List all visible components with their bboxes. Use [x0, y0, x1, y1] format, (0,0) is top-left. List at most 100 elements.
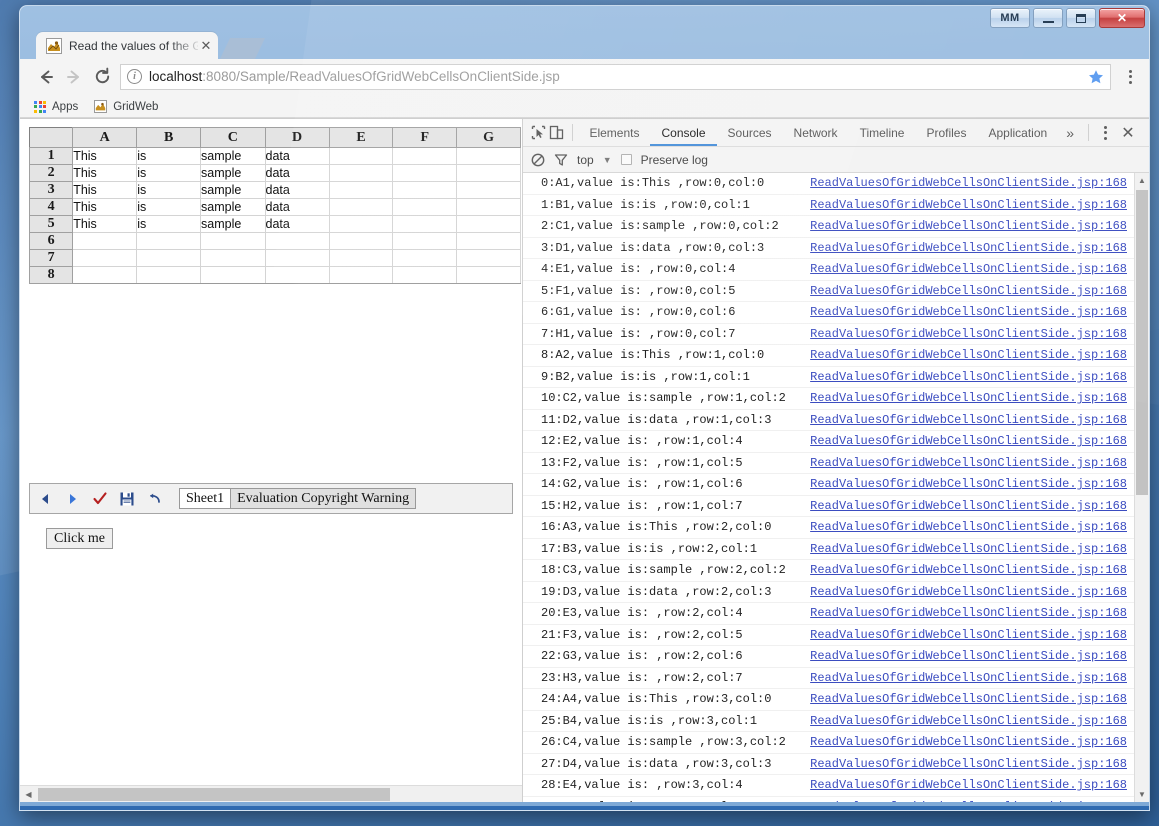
minimize-button[interactable] [1033, 8, 1063, 28]
row-header-7[interactable]: 7 [28, 249, 74, 267]
grid-cell[interactable] [392, 249, 458, 267]
prev-sheet-icon[interactable] [38, 490, 53, 508]
console-context-selector[interactable]: top [577, 153, 594, 167]
grid-cell[interactable]: sample [200, 181, 266, 199]
console-source-link[interactable]: ReadValuesOfGridWebCellsOnClientSide.jsp… [810, 606, 1149, 620]
grid-cell[interactable] [392, 215, 458, 233]
grid-cell[interactable] [392, 266, 458, 284]
row-header-2[interactable]: 2 [28, 164, 74, 182]
chrome-menu-icon[interactable] [1117, 63, 1143, 91]
console-source-link[interactable]: ReadValuesOfGridWebCellsOnClientSide.jsp… [810, 800, 1149, 802]
console-source-link[interactable]: ReadValuesOfGridWebCellsOnClientSide.jsp… [810, 778, 1149, 792]
console-source-link[interactable]: ReadValuesOfGridWebCellsOnClientSide.jsp… [810, 391, 1149, 405]
console-source-link[interactable]: ReadValuesOfGridWebCellsOnClientSide.jsp… [810, 692, 1149, 706]
bookmark-apps[interactable]: Apps [34, 100, 78, 113]
grid-cell[interactable] [392, 198, 458, 216]
page-horizontal-scrollbar[interactable]: ◀ [20, 785, 522, 802]
reload-button-icon[interactable] [88, 63, 116, 91]
devtools-tab-network[interactable]: Network [783, 119, 849, 146]
undo-icon[interactable] [146, 490, 161, 508]
console-source-link[interactable]: ReadValuesOfGridWebCellsOnClientSide.jsp… [810, 456, 1149, 470]
grid-cell[interactable]: data [265, 198, 330, 216]
grid-cell[interactable]: This [72, 147, 138, 165]
grid-cell[interactable]: This [72, 181, 138, 199]
grid-cell[interactable] [136, 266, 202, 284]
save-icon[interactable] [119, 490, 134, 508]
grid-cell[interactable] [265, 266, 330, 284]
grid-cell[interactable] [456, 249, 521, 267]
gridweb-spreadsheet[interactable]: A B C D E F G 1 This is sample data 2 This is sa… [28, 127, 521, 284]
next-sheet-icon[interactable] [65, 490, 80, 508]
console-source-link[interactable]: ReadValuesOfGridWebCellsOnClientSide.jsp… [810, 735, 1149, 749]
console-source-link[interactable]: ReadValuesOfGridWebCellsOnClientSide.jsp… [810, 198, 1149, 212]
grid-cell[interactable] [329, 181, 394, 199]
grid-cell[interactable] [200, 249, 266, 267]
grid-cell[interactable] [392, 147, 458, 165]
grid-cell[interactable]: is [136, 164, 202, 182]
grid-cell[interactable] [329, 215, 394, 233]
row-header-3[interactable]: 3 [28, 181, 74, 199]
clear-console-icon[interactable] [531, 153, 545, 167]
console-source-link[interactable]: ReadValuesOfGridWebCellsOnClientSide.jsp… [810, 370, 1149, 384]
grid-cell[interactable]: data [265, 181, 330, 199]
grid-cell[interactable]: is [136, 198, 202, 216]
grid-cell[interactable]: data [265, 215, 330, 233]
devtools-tab-profiles[interactable]: Profiles [915, 119, 977, 146]
submit-check-icon[interactable] [92, 490, 107, 508]
grid-cell[interactable]: This [72, 164, 138, 182]
grid-cell[interactable] [456, 198, 521, 216]
devtools-settings-kebab-icon[interactable] [1095, 125, 1115, 140]
grid-cell[interactable]: sample [200, 164, 266, 182]
column-header-e[interactable]: E [329, 127, 394, 148]
close-button[interactable]: ✕ [1099, 8, 1145, 28]
grid-cell[interactable]: is [136, 215, 202, 233]
column-header-b[interactable]: B [136, 127, 202, 148]
maximize-button[interactable] [1066, 8, 1096, 28]
column-header-d[interactable]: D [265, 127, 330, 148]
row-header-4[interactable]: 4 [28, 198, 74, 216]
bookmark-star-icon[interactable] [1081, 63, 1111, 90]
click-me-button[interactable]: Click me [46, 528, 113, 549]
devtools-tab-console[interactable]: Console [650, 119, 716, 146]
preserve-log-checkbox[interactable] [620, 154, 632, 165]
grid-cell[interactable] [329, 266, 394, 284]
grid-cell[interactable] [456, 215, 521, 233]
grid-cell[interactable]: is [136, 147, 202, 165]
grid-cell[interactable]: data [265, 147, 330, 165]
grid-cell[interactable] [329, 249, 394, 267]
sheet-tab-evaluation-warning[interactable]: Evaluation Copyright Warning [231, 488, 417, 509]
grid-cell[interactable] [456, 181, 521, 199]
bookmark-gridweb[interactable]: GridWeb [94, 100, 158, 113]
browser-tab[interactable]: Read the values of the G ✕ [36, 32, 218, 59]
devtools-tab-elements[interactable]: Elements [578, 119, 650, 146]
select-all-corner[interactable] [28, 127, 74, 148]
devtools-more-tabs-icon[interactable]: » [1058, 120, 1082, 146]
console-source-link[interactable]: ReadValuesOfGridWebCellsOnClientSide.jsp… [810, 520, 1149, 534]
row-header-6[interactable]: 6 [28, 232, 74, 250]
toggle-device-toolbar-icon[interactable] [547, 120, 565, 146]
console-source-link[interactable]: ReadValuesOfGridWebCellsOnClientSide.jsp… [810, 284, 1149, 298]
grid-cell[interactable] [200, 266, 266, 284]
console-source-link[interactable]: ReadValuesOfGridWebCellsOnClientSide.jsp… [810, 628, 1149, 642]
scroll-down-arrow-icon[interactable]: ▼ [1135, 787, 1149, 802]
row-header-5[interactable]: 5 [28, 215, 74, 233]
console-source-link[interactable]: ReadValuesOfGridWebCellsOnClientSide.jsp… [810, 348, 1149, 362]
devtools-tab-application[interactable]: Application [977, 119, 1058, 146]
horizontal-scroll-thumb[interactable] [38, 787, 390, 801]
tab-close-icon[interactable]: ✕ [198, 38, 214, 54]
grid-cell[interactable] [329, 164, 394, 182]
console-source-link[interactable]: ReadValuesOfGridWebCellsOnClientSide.jsp… [810, 499, 1149, 513]
grid-cell[interactable]: data [265, 164, 330, 182]
console-source-link[interactable]: ReadValuesOfGridWebCellsOnClientSide.jsp… [810, 413, 1149, 427]
console-source-link[interactable]: ReadValuesOfGridWebCellsOnClientSide.jsp… [810, 714, 1149, 728]
row-header-1[interactable]: 1 [28, 147, 74, 165]
console-source-link[interactable]: ReadValuesOfGridWebCellsOnClientSide.jsp… [810, 585, 1149, 599]
console-source-link[interactable]: ReadValuesOfGridWebCellsOnClientSide.jsp… [810, 563, 1149, 577]
sheet-tab-sheet1[interactable]: Sheet1 [179, 488, 232, 509]
grid-cell[interactable] [329, 232, 394, 250]
console-source-link[interactable]: ReadValuesOfGridWebCellsOnClientSide.jsp… [810, 434, 1149, 448]
console-source-link[interactable]: ReadValuesOfGridWebCellsOnClientSide.jsp… [810, 219, 1149, 233]
console-source-link[interactable]: ReadValuesOfGridWebCellsOnClientSide.jsp… [810, 262, 1149, 276]
grid-cell[interactable] [392, 164, 458, 182]
grid-cell[interactable] [200, 232, 266, 250]
